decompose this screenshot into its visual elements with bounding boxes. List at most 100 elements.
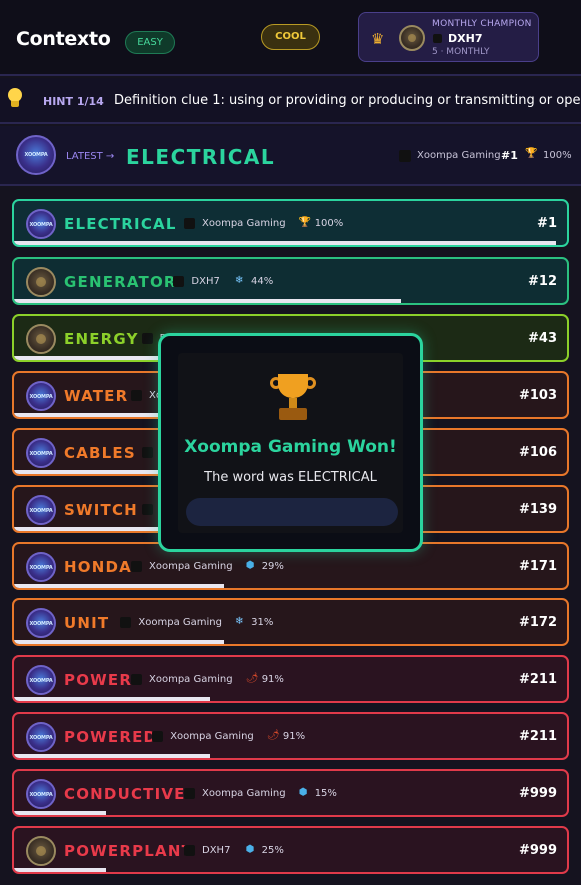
guess-word: POWERED (64, 728, 158, 746)
champion-name: DXH7 (448, 32, 483, 45)
guess-rank: #172 (518, 615, 557, 630)
champion-avatar (399, 25, 425, 51)
flag-icon (141, 447, 153, 458)
mood-badge: COOL (261, 24, 320, 50)
player-avatar (26, 552, 56, 582)
flag-icon (173, 276, 185, 287)
app-title[interactable]: Contexto (16, 28, 111, 50)
guess-row[interactable]: POWERED Xoompa Gaming 🌶91% #211 (12, 712, 569, 760)
hint-bar: HINT 1/14 Definition clue 1: using or pr… (0, 78, 581, 124)
flag-icon (131, 674, 142, 685)
guess-word: SWITCH (64, 501, 138, 519)
cube-icon: ⬢ (245, 844, 255, 855)
guess-rank: #12 (528, 274, 557, 289)
continue-button[interactable] (186, 498, 398, 526)
guess-player: DXH7 (202, 845, 231, 856)
guess-row[interactable]: GENERATOR DXH7 ❄ 44% #12 (12, 257, 569, 305)
player-avatar (26, 665, 56, 695)
guess-row[interactable]: POWERPLANT DXH7 ⬢ 25% #999 (12, 826, 569, 874)
guess-rank: #211 (518, 672, 557, 687)
guess-rank: #211 (518, 729, 557, 744)
guess-word: POWER (64, 671, 133, 689)
latest-player: Xoompa Gaming (417, 150, 501, 161)
player-avatar (26, 495, 56, 525)
hint-counter: HINT 1/14 (43, 95, 104, 108)
guess-player: DXH7 (191, 276, 220, 287)
closeness-bar (14, 697, 210, 701)
latest-word: ELECTRICAL (126, 145, 276, 169)
latest-guess-bar: LATEST → ELECTRICAL Xoompa Gaming #1 🏆 1… (0, 126, 581, 186)
guess-player: Xoompa Gaming (149, 561, 233, 572)
closeness-bar (14, 584, 224, 588)
guess-rank: #1 (537, 216, 557, 231)
player-avatar (26, 779, 56, 809)
guess-word: HONDA (64, 558, 132, 576)
guess-percent: 91% (261, 674, 284, 685)
closeness-bar (14, 754, 210, 758)
player-avatar (26, 209, 56, 239)
flag-icon (141, 333, 153, 344)
guess-word: CONDUCTIVE (64, 785, 186, 803)
difficulty-badge: EASY (125, 31, 175, 54)
latest-rank: #1 (501, 149, 518, 162)
guess-rank: #999 (518, 786, 557, 801)
trophy-icon: 🏆 (525, 148, 538, 159)
guess-word: WATER (64, 387, 129, 405)
champion-label: MONTHLY CHAMPION (432, 19, 532, 29)
guess-rank: #103 (518, 388, 557, 403)
guess-row[interactable]: ELECTRICAL Xoompa Gaming 🏆100% #1 (12, 199, 569, 247)
guess-rank: #139 (518, 502, 557, 517)
guess-player: Xoompa Gaming (138, 617, 222, 628)
player-avatar (26, 324, 56, 354)
guess-word: GENERATOR (64, 273, 177, 291)
guess-player: Xoompa Gaming (149, 674, 233, 685)
chili-icon: 🌶 (245, 673, 259, 684)
guess-word: UNIT (64, 614, 110, 632)
snowflake-icon: ❄ (235, 275, 244, 286)
trophy-icon: 🏆 (298, 217, 312, 228)
guess-percent: 15% (314, 788, 337, 799)
guess-word: ENERGY (64, 330, 139, 348)
flag-icon (184, 218, 195, 229)
monthly-champion-card[interactable]: ♛ MONTHLY CHAMPION DXH7 5 · MONTHLY (358, 12, 539, 62)
flag-icon (120, 617, 132, 628)
flag-icon (399, 150, 411, 162)
guess-word: POWERPLANT (64, 842, 194, 860)
flag-icon (433, 34, 442, 43)
player-avatar (26, 381, 56, 411)
guess-row[interactable]: CONDUCTIVE Xoompa Gaming ⬢ 15% #999 (12, 769, 569, 817)
flag-icon (131, 390, 142, 401)
guess-rank: #999 (518, 843, 557, 858)
cube-icon: ⬢ (298, 787, 308, 798)
guess-percent: 100% (314, 218, 344, 229)
latest-avatar (16, 135, 56, 175)
snowflake-icon: ❄ (235, 616, 244, 627)
guess-row[interactable]: POWER Xoompa Gaming 🌶91% #211 (12, 655, 569, 703)
lightbulb-icon[interactable] (6, 88, 24, 112)
closeness-bar (14, 868, 107, 872)
flag-icon (152, 731, 164, 742)
win-title: Xoompa Gaming Won! (184, 437, 397, 457)
latest-percent: 100% (543, 150, 572, 161)
guess-percent: 29% (261, 561, 284, 572)
guess-rank: #43 (528, 331, 557, 346)
guess-player: Xoompa Gaming (202, 218, 286, 229)
chili-icon: 🌶 (266, 730, 280, 741)
cube-icon: ⬢ (245, 560, 255, 571)
guess-percent: 44% (251, 276, 274, 287)
win-subtitle: The word was ELECTRICAL (204, 470, 377, 485)
flag-icon (184, 845, 195, 856)
guess-word: ELECTRICAL (64, 215, 177, 233)
player-avatar (26, 608, 56, 638)
win-dialog: Xoompa Gaming Won! The word was ELECTRIC… (158, 333, 423, 552)
guess-rank: #171 (518, 559, 557, 574)
flag-icon (141, 504, 153, 515)
top-header: Contexto EASY COOL ♛ MONTHLY CHAMPION DX… (0, 0, 581, 76)
guess-percent: 31% (251, 617, 274, 628)
guess-row[interactable]: UNIT Xoompa Gaming ❄ 31% #172 (12, 598, 569, 646)
player-avatar (26, 438, 56, 468)
flag-icon (131, 561, 142, 572)
guess-player: Xoompa Gaming (170, 731, 254, 742)
guess-player: Xoompa Gaming (202, 788, 286, 799)
closeness-bar (14, 811, 107, 815)
